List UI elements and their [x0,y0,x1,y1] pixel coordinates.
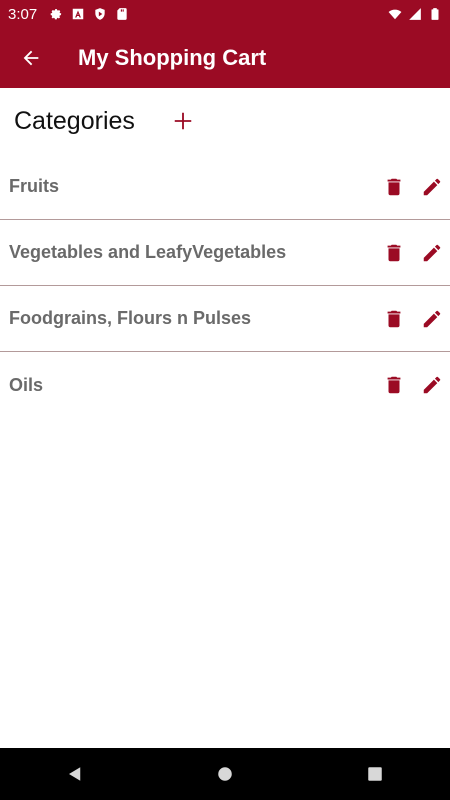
shield-play-icon [93,7,107,21]
categories-title: Categories [14,106,135,135]
back-button[interactable] [0,28,62,88]
delete-button[interactable] [382,307,406,331]
delete-button[interactable] [382,241,406,265]
system-nav-bar [0,748,450,800]
status-time: 3:07 [8,5,38,23]
app-bar: My Shopping Cart [0,28,450,88]
pencil-icon [423,244,441,261]
app-title: My Shopping Cart [78,45,267,70]
status-right [388,7,442,21]
categories-header: Categories [0,88,450,154]
pencil-icon [423,310,441,327]
status-left: 3:07 [8,6,129,23]
status-bar: 3:07 [0,0,450,28]
home-circle-icon [218,767,232,781]
category-label: Oils [9,374,44,395]
category-label: Fruits [9,176,60,196]
wifi-icon [388,7,402,21]
system-recents-button[interactable] [345,748,405,800]
trash-icon [387,310,401,327]
trash-icon [387,244,401,261]
list-item[interactable]: Fruits [0,154,450,220]
list-item[interactable]: Vegetables and LeafyVegetables [0,220,450,286]
recents-square-icon [368,767,382,781]
system-back-button[interactable] [45,748,105,800]
list-item[interactable]: Oils [0,352,450,418]
edit-button[interactable] [420,307,444,331]
list-item[interactable]: Foodgrains, Flours n Pulses [0,286,450,352]
a-letter-icon [71,7,85,21]
system-home-button[interactable] [195,748,255,800]
item-actions [382,175,444,199]
category-label: Foodgrains, Flours n Pulses [9,308,252,328]
delete-button[interactable] [382,373,406,397]
add-category-button[interactable] [169,107,197,135]
arrow-back-icon [23,50,39,66]
battery-icon [428,7,442,21]
edit-button[interactable] [420,175,444,199]
category-label: Vegetables and LeafyVegetables [9,242,287,262]
delete-button[interactable] [382,175,406,199]
item-actions [382,307,444,331]
edit-button[interactable] [420,241,444,265]
item-actions [382,241,444,265]
plus-icon [174,112,192,130]
category-list: Fruits Vegetables and LeafyVegetables Fo… [0,154,450,418]
signal-icon [408,7,422,21]
item-actions [382,373,444,397]
edit-button[interactable] [420,373,444,397]
sd-card-icon [115,7,129,21]
settings-icon [49,7,63,21]
pencil-icon [423,178,441,195]
back-triangle-icon [69,767,81,781]
pencil-icon [423,376,441,394]
trash-icon [387,376,401,394]
trash-icon [387,178,401,195]
